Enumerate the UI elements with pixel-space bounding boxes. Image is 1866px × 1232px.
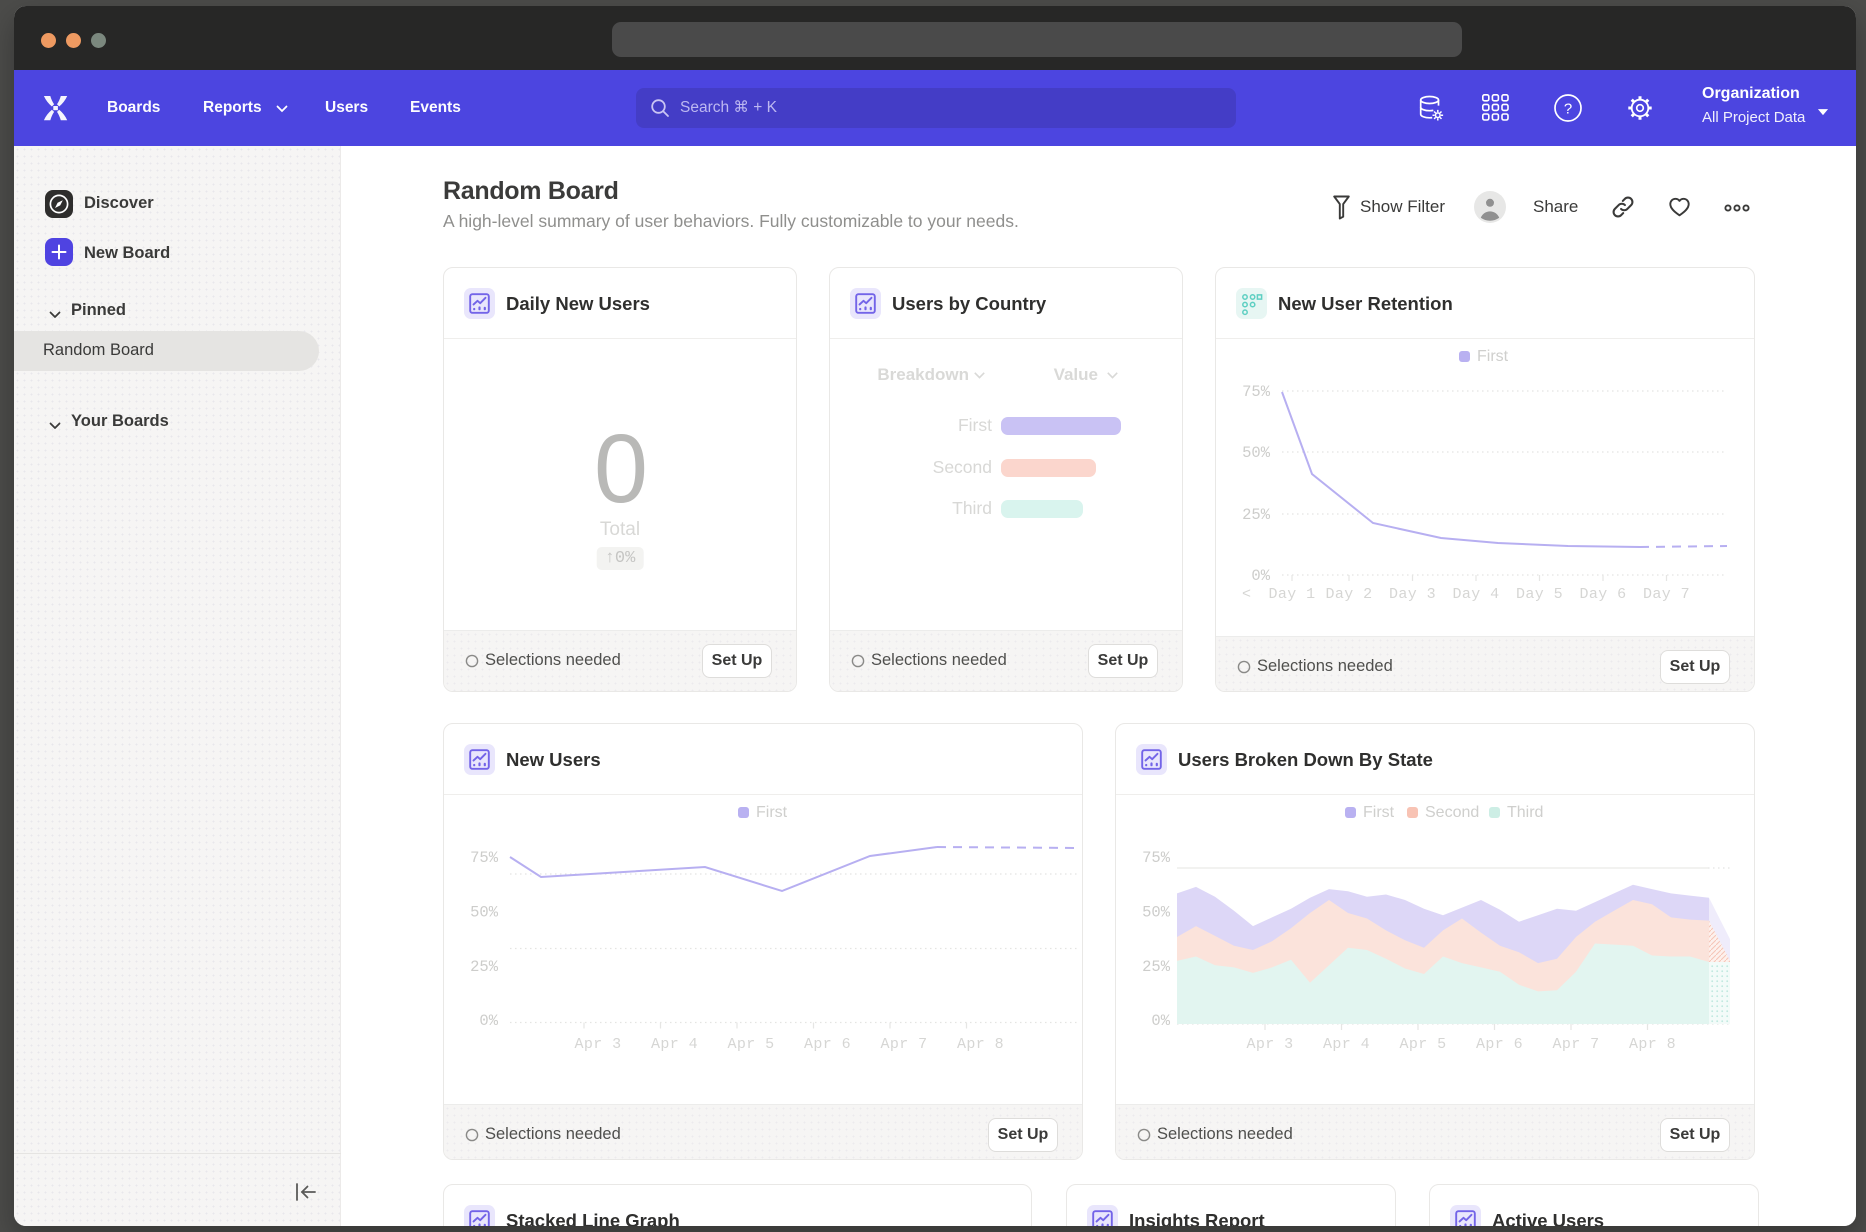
- svg-text:75%: 75%: [1242, 383, 1271, 401]
- svg-text:<: <: [1242, 586, 1251, 603]
- svg-text:25%: 25%: [470, 958, 499, 976]
- svg-text:Day 4: Day 4: [1452, 586, 1499, 603]
- svg-text:Day 5: Day 5: [1516, 586, 1563, 603]
- svg-text:Apr 7: Apr 7: [880, 1036, 927, 1053]
- svg-text:Second: Second: [1425, 804, 1479, 821]
- svg-text:75%: 75%: [470, 849, 499, 867]
- svg-text:Day 1: Day 1: [1268, 586, 1315, 603]
- svg-text:50%: 50%: [470, 904, 499, 922]
- svg-text:Apr 4: Apr 4: [651, 1036, 698, 1053]
- svg-text:Apr 3: Apr 3: [1246, 1036, 1293, 1053]
- svg-text:0%: 0%: [1151, 1012, 1170, 1030]
- svg-text:Day 2: Day 2: [1325, 586, 1372, 603]
- svg-text:50%: 50%: [1242, 444, 1271, 462]
- svg-text:First: First: [756, 804, 788, 821]
- svg-text:First: First: [1363, 804, 1395, 821]
- svg-text:25%: 25%: [1142, 958, 1171, 976]
- svg-text:Apr 6: Apr 6: [804, 1036, 851, 1053]
- svg-text:Day 3: Day 3: [1389, 586, 1436, 603]
- svg-text:Apr 3: Apr 3: [574, 1036, 621, 1053]
- svg-text:Day 6: Day 6: [1579, 586, 1626, 603]
- svg-text:Apr 8: Apr 8: [1629, 1036, 1676, 1053]
- svg-text:Third: Third: [1507, 804, 1543, 821]
- svg-text:75%: 75%: [1142, 849, 1171, 867]
- svg-text:Apr 6: Apr 6: [1476, 1036, 1523, 1053]
- svg-text:Apr 5: Apr 5: [1399, 1036, 1446, 1053]
- svg-text:Apr 5: Apr 5: [727, 1036, 774, 1053]
- svg-text:Apr 8: Apr 8: [957, 1036, 1004, 1053]
- svg-text:Day 7: Day 7: [1643, 586, 1690, 603]
- svg-text:0%: 0%: [1251, 567, 1270, 585]
- svg-text:25%: 25%: [1242, 506, 1271, 524]
- svg-text:?: ?: [1564, 101, 1572, 118]
- svg-text:50%: 50%: [1142, 904, 1171, 922]
- svg-text:Apr 4: Apr 4: [1323, 1036, 1370, 1053]
- svg-text:First: First: [1477, 348, 1509, 365]
- svg-text:0%: 0%: [479, 1012, 498, 1030]
- svg-text:Apr 7: Apr 7: [1552, 1036, 1599, 1053]
